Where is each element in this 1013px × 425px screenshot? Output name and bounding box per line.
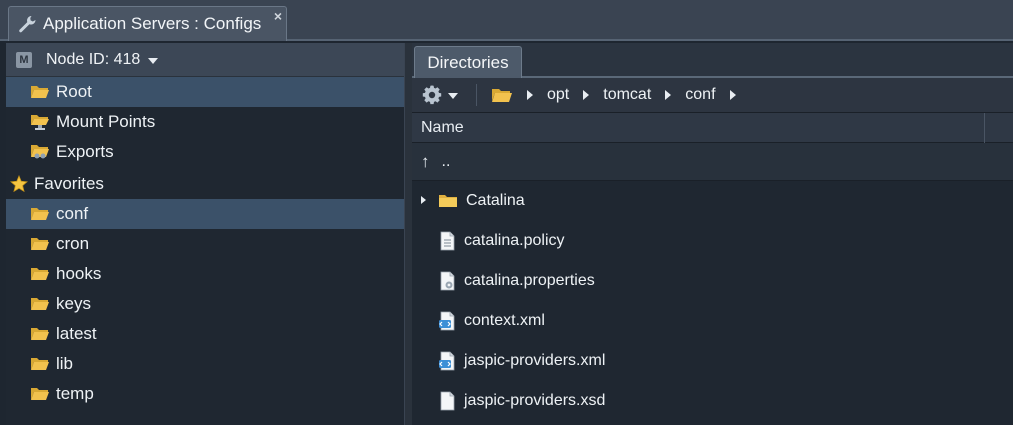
- favorite-item-conf[interactable]: conf: [6, 199, 404, 229]
- parent-directory-label: ..: [441, 152, 451, 170]
- file-row[interactable]: context.xml: [412, 301, 1013, 341]
- folder-open-icon[interactable]: [491, 86, 513, 104]
- chevron-down-icon: [448, 93, 458, 99]
- xml-file-icon: [439, 311, 455, 331]
- node-selector[interactable]: M Node ID: 418: [6, 43, 404, 77]
- file-row[interactable]: Catalina: [412, 181, 1013, 221]
- folder-open-icon: [31, 358, 49, 370]
- root-list: Root Mount Points Exports: [6, 77, 404, 167]
- folder-open-icon: [31, 268, 49, 280]
- wrench-icon: [19, 16, 36, 33]
- settings-menu-button[interactable]: [422, 85, 458, 105]
- tree-item-label: Mount Points: [56, 112, 156, 131]
- folder-open-icon: [31, 388, 49, 400]
- file-row[interactable]: jaspic-providers.xml: [412, 341, 1013, 381]
- file-name: catalina.policy: [464, 232, 565, 249]
- file-name: jaspic-providers.xml: [464, 352, 606, 369]
- file-row[interactable]: catalina.policy: [412, 221, 1013, 261]
- tree-item-mount-points[interactable]: Mount Points: [6, 107, 404, 137]
- window-tabstrip: Application Servers : Configs ×: [0, 0, 1013, 41]
- breadcrumb-separator-icon: [583, 90, 590, 100]
- tab-application-servers-configs[interactable]: Application Servers : Configs ×: [8, 6, 287, 41]
- node-label: Node ID: 418: [46, 50, 141, 68]
- tree-item-exports[interactable]: Exports: [6, 137, 404, 167]
- tree-item-label: Exports: [56, 142, 114, 161]
- file-row[interactable]: catalina.properties: [412, 261, 1013, 301]
- mount-points-icon: [31, 115, 49, 130]
- up-arrow-icon: ↑: [421, 151, 430, 171]
- favorite-item-label: keys: [56, 294, 91, 313]
- document-icon: [440, 231, 455, 251]
- file-list: Catalina catalina.policy catalina.properti…: [412, 181, 1013, 421]
- file-name: jaspic-providers.xsd: [464, 392, 606, 409]
- column-name-label: Name: [421, 118, 464, 136]
- favorite-item-label: cron: [56, 234, 90, 253]
- favorites-label: Favorites: [34, 174, 104, 193]
- favorite-item-keys[interactable]: keys: [6, 289, 404, 319]
- favorite-item-temp[interactable]: temp: [6, 379, 404, 409]
- file-name: catalina.properties: [464, 272, 595, 289]
- panel-splitter[interactable]: [404, 43, 412, 425]
- close-icon[interactable]: ×: [274, 8, 282, 24]
- path-toolbar: opt tomcat conf: [412, 78, 1013, 113]
- tab-title: Application Servers : Configs: [43, 14, 262, 33]
- properties-file-icon: [440, 271, 455, 291]
- favorite-item-label: hooks: [56, 264, 102, 283]
- favorites-list: conf cron hooks keys latest lib temp: [6, 199, 404, 409]
- breadcrumb-item-tomcat[interactable]: tomcat: [603, 86, 651, 104]
- star-icon: [10, 175, 28, 193]
- breadcrumb: opt tomcat conf: [547, 86, 750, 104]
- toolbar-divider: [476, 84, 477, 106]
- file-name: Catalina: [466, 192, 525, 209]
- folder-open-icon: [31, 298, 49, 310]
- folder-icon: [439, 195, 457, 207]
- tab-directories[interactable]: Directories: [414, 46, 522, 78]
- column-header-name[interactable]: Name: [412, 113, 1013, 143]
- right-tabstrip: Directories: [412, 43, 1013, 78]
- chevron-down-icon[interactable]: [148, 57, 159, 64]
- file-row[interactable]: jaspic-providers.xsd: [412, 381, 1013, 421]
- breadcrumb-separator-icon: [665, 90, 672, 100]
- favorite-item-label: conf: [56, 204, 89, 223]
- expand-arrow-icon[interactable]: [421, 196, 426, 204]
- favorite-item-lib[interactable]: lib: [6, 349, 404, 379]
- favorite-item-label: latest: [56, 324, 97, 343]
- column-divider[interactable]: [984, 113, 985, 143]
- favorites-header: Favorites: [6, 169, 404, 199]
- breadcrumb-item-opt[interactable]: opt: [547, 86, 569, 104]
- left-panel: M Node ID: 418 Root Mount Points Exports F…: [6, 43, 404, 425]
- tree-item-root[interactable]: Root: [6, 77, 404, 107]
- gear-icon: [422, 85, 442, 105]
- breadcrumb-separator-icon: [527, 90, 533, 100]
- folder-open-icon: [31, 208, 49, 220]
- exports-icon: [31, 145, 49, 159]
- tree-item-label: Root: [56, 82, 92, 101]
- node-type-badge: M: [16, 51, 32, 68]
- file-name: context.xml: [464, 312, 545, 329]
- favorite-item-cron[interactable]: cron: [6, 229, 404, 259]
- favorite-item-label: temp: [56, 384, 94, 403]
- breadcrumb-separator-icon: [729, 90, 736, 100]
- breadcrumb-item-conf[interactable]: conf: [685, 86, 715, 104]
- favorite-item-hooks[interactable]: hooks: [6, 259, 404, 289]
- favorite-item-label: lib: [56, 354, 74, 373]
- parent-directory-row[interactable]: ↑ ..: [412, 143, 1013, 181]
- right-panel: Directories opt tomcat conf Name ↑ .. Cata…: [412, 43, 1013, 425]
- folder-open-icon: [31, 328, 49, 340]
- folder-open-icon: [31, 86, 49, 98]
- folder-open-icon: [31, 238, 49, 250]
- favorite-item-latest[interactable]: latest: [6, 319, 404, 349]
- xml-file-icon: [439, 351, 455, 371]
- blank-file-icon: [440, 391, 455, 411]
